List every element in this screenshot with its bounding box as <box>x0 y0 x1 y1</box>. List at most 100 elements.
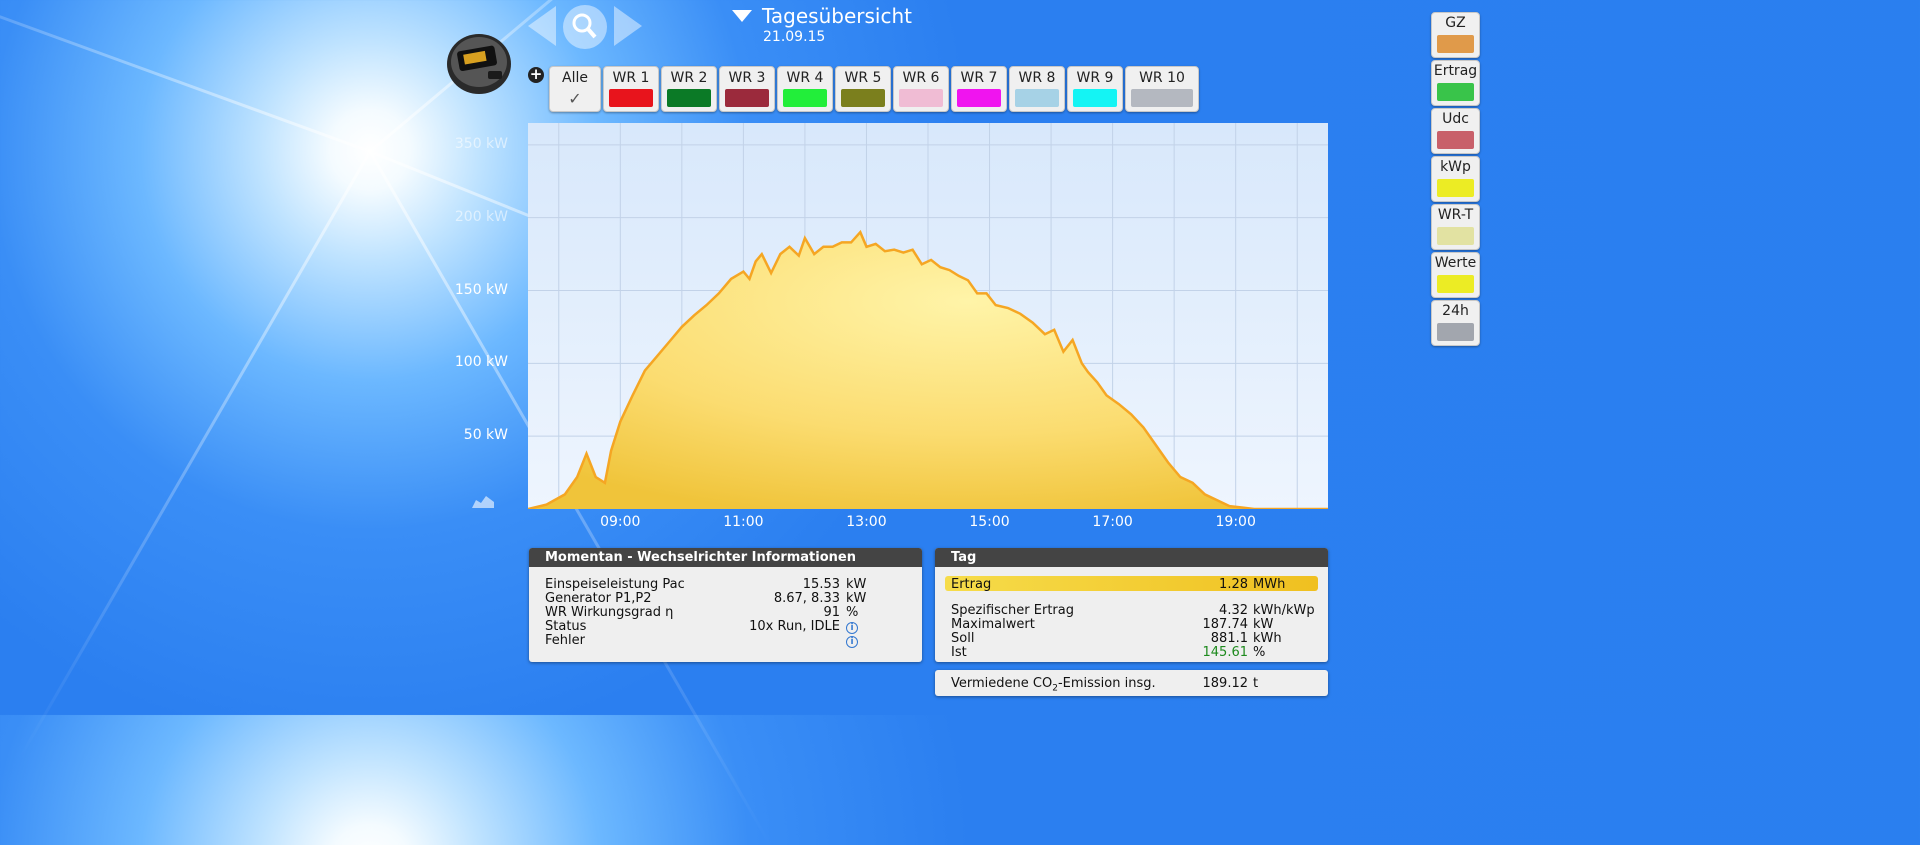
momentan-unit: kW <box>846 577 867 592</box>
momentan-key: Generator P1,P2 <box>545 591 652 606</box>
co2-unit: t <box>1253 676 1259 691</box>
side-button-wrt[interactable]: WR-T <box>1431 204 1480 250</box>
tag-value: 145.61 <box>1202 645 1249 660</box>
tab-wr1[interactable]: WR 1 <box>603 66 659 112</box>
momentan-value: 15.53 <box>802 577 840 592</box>
momentan-key: WR Wirkungsgrad η <box>545 605 674 620</box>
tag-panel: Tag Ertrag 1.28 MWh Spezifischer Ertrag 4… <box>935 548 1328 662</box>
side-button-24h[interactable]: 24h <box>1431 300 1480 346</box>
y-tick-label: 50 kW <box>463 427 508 444</box>
color-swatch <box>1437 227 1474 245</box>
tag-unit: kWh <box>1253 631 1282 646</box>
x-tick-label: 19:00 <box>1215 514 1256 530</box>
tag-key: Ist <box>951 645 967 660</box>
side-button-label: Udc <box>1442 111 1469 127</box>
momentan-row: Status 10x Run, IDLE i <box>529 619 922 634</box>
previous-day-icon[interactable] <box>526 4 558 48</box>
color-swatch <box>609 89 653 107</box>
next-day-icon[interactable] <box>612 4 644 48</box>
momentan-panel: Momentan - Wechselrichter Informationen … <box>529 548 922 662</box>
color-swatch <box>1437 131 1474 149</box>
color-swatch <box>1437 35 1474 53</box>
tag-key: Soll <box>951 631 975 646</box>
chevron-down-icon[interactable] <box>732 10 752 24</box>
momentan-unit: kW <box>846 591 867 606</box>
momentan-row: Einspeiseleistung Pac 15.53 kW <box>529 577 922 592</box>
side-button-kwp[interactable]: kWp <box>1431 156 1480 202</box>
tab-wr2[interactable]: WR 2 <box>661 66 717 112</box>
momentan-row: Generator P1,P2 8.67, 8.33 kW <box>529 591 922 606</box>
tab-wr9[interactable]: WR 9 <box>1067 66 1123 112</box>
side-button-label: WR-T <box>1437 207 1474 223</box>
side-button-gz[interactable]: GZ <box>1431 12 1480 58</box>
page-title[interactable]: Tagesübersicht <box>762 4 912 28</box>
color-swatch <box>841 89 885 107</box>
tag-unit: kW <box>1253 617 1274 632</box>
co2-key: Vermiedene CO2-Emission insg. <box>951 676 1156 694</box>
color-swatch <box>1437 179 1474 197</box>
tab-wr10[interactable]: WR 10 <box>1125 66 1199 112</box>
color-swatch <box>1437 323 1474 341</box>
date-label: 21.09.15 <box>763 29 826 45</box>
y-tick-label: 150 kW <box>454 281 508 298</box>
tab-label: WR 7 <box>960 70 998 86</box>
y-tick-label: 350 kW <box>454 135 508 152</box>
add-icon[interactable]: + <box>528 67 544 83</box>
momentan-row: WR Wirkungsgrad η 91% <box>529 605 922 620</box>
ertrag-unit: MWh <box>1253 577 1286 592</box>
momentan-value: 10x Run, IDLE <box>749 619 840 634</box>
y-tick-label: 200 kW <box>454 208 508 225</box>
co2-value: 189.12 <box>1202 676 1249 691</box>
tag-key: Maximalwert <box>951 617 1035 632</box>
tag-value: 4.32 <box>1219 603 1248 618</box>
x-tick-label: 09:00 <box>600 514 641 530</box>
tab-wr5[interactable]: WR 5 <box>835 66 891 112</box>
inverter-device-icon <box>447 34 511 94</box>
tab-label: WR 3 <box>728 70 766 86</box>
momentan-key: Einspeiseleistung Pac <box>545 577 685 592</box>
tag-value: 187.74 <box>1202 617 1249 632</box>
side-button-werte[interactable]: Werte <box>1431 252 1480 298</box>
tag-row: Maximalwert 187.74 kW <box>935 617 1328 632</box>
tab-wr3[interactable]: WR 3 <box>719 66 775 112</box>
tab-label: WR 10 <box>1139 70 1185 86</box>
ertrag-value: 1.28 <box>1219 577 1248 592</box>
tab-label: WR 2 <box>670 70 708 86</box>
color-swatch <box>725 89 769 107</box>
tag-row: Spezifischer Ertrag 4.32 kWh/kWp <box>935 603 1328 618</box>
side-button-udc[interactable]: Udc <box>1431 108 1480 154</box>
color-swatch <box>957 89 1001 107</box>
tab-alle[interactable]: Alle ✓ <box>549 66 601 112</box>
tab-wr6[interactable]: WR 6 <box>893 66 949 112</box>
tag-value: 881.1 <box>1210 631 1248 646</box>
tab-label: WR 5 <box>844 70 882 86</box>
color-swatch <box>1437 83 1474 101</box>
x-tick-label: 13:00 <box>846 514 887 530</box>
tab-label: Alle <box>562 70 588 86</box>
tab-wr4[interactable]: WR 4 <box>777 66 833 112</box>
tag-row: Soll 881.1 kWh <box>935 631 1328 646</box>
color-swatch <box>1015 89 1059 107</box>
side-button-label: Ertrag <box>1433 63 1478 79</box>
chart-type-icon[interactable] <box>472 494 494 508</box>
tab-label: WR 4 <box>786 70 824 86</box>
tab-label: WR 8 <box>1018 70 1056 86</box>
color-swatch <box>1131 89 1193 107</box>
momentan-value: 8.67, 8.33 <box>773 591 840 606</box>
momentan-key: Status <box>545 619 587 634</box>
search-zoom-icon[interactable] <box>562 4 608 50</box>
tab-label: WR 1 <box>612 70 650 86</box>
tag-key: Spezifischer Ertrag <box>951 603 1074 618</box>
ertrag-row: Ertrag 1.28 MWh <box>935 577 1328 592</box>
y-tick-label: 100 kW <box>454 354 508 371</box>
momentan-header: Momentan - Wechselrichter Informationen <box>529 548 922 567</box>
tab-wr7[interactable]: WR 7 <box>951 66 1007 112</box>
tab-wr8[interactable]: WR 8 <box>1009 66 1065 112</box>
side-button-label: GZ <box>1445 15 1466 31</box>
tab-label: WR 6 <box>902 70 940 86</box>
color-swatch <box>1073 89 1117 107</box>
power-chart <box>528 123 1328 509</box>
color-swatch <box>667 89 711 107</box>
side-button-ertrag[interactable]: Ertrag <box>1431 60 1480 106</box>
info-icon[interactable]: i <box>846 636 858 648</box>
